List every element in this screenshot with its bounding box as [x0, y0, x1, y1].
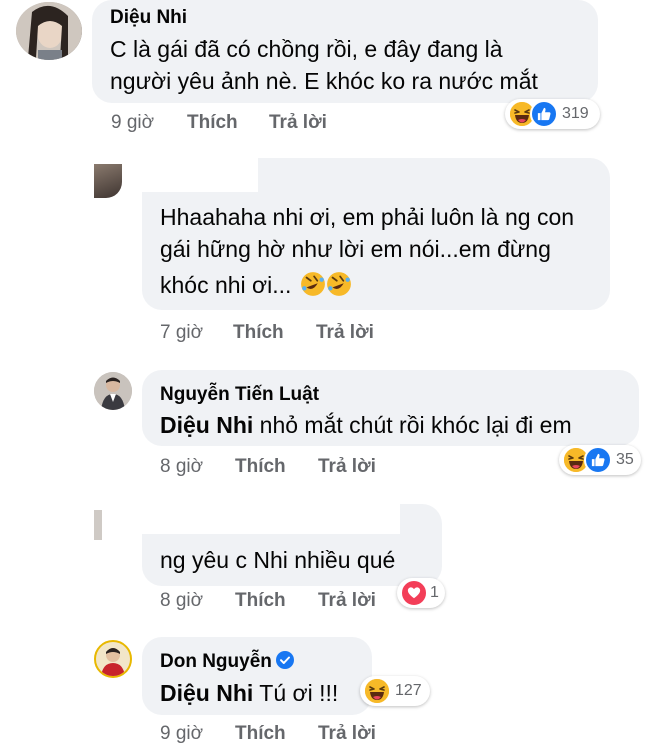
mention-link[interactable]: Diệu Nhi: [160, 412, 253, 438]
comment-text-line-3-text: khóc nhi ơi...: [160, 272, 292, 298]
reaction-summary[interactable]: 35: [559, 445, 641, 475]
comment-bubble: Diệu Nhi C là gái đã có chồng rồi, e đây…: [92, 0, 598, 103]
comment-author[interactable]: Don Nguyễn: [160, 651, 272, 672]
reaction-count: 35: [616, 451, 634, 468]
love-reaction-icon: [400, 579, 428, 607]
avatar[interactable]: [94, 372, 132, 410]
like-button[interactable]: Thích: [233, 322, 284, 344]
reaction-count: 1: [430, 584, 439, 601]
rofl-emoji-icon: [300, 271, 326, 297]
avatar-photo: [16, 2, 82, 60]
reaction-summary[interactable]: 1: [397, 578, 445, 608]
redacted-area: [100, 504, 400, 534]
reply-button[interactable]: Trả lời: [269, 112, 327, 134]
comment-time[interactable]: 9 giờ: [111, 112, 154, 134]
mention-link[interactable]: Diệu Nhi: [160, 680, 253, 706]
avatar[interactable]: [94, 164, 122, 198]
haha-reaction-icon: [363, 677, 391, 705]
comment-text-line-2: gái hững hờ như lời em nói...em đừng: [160, 236, 551, 262]
comment-text: Diệu Nhi nhỏ mắt chút rồi khóc lại đi em: [160, 409, 572, 441]
comment-text-body: Tú ơi !!!: [259, 680, 339, 706]
comment-bubble: Nguyễn Tiến Luật Diệu Nhi nhỏ mắt chút r…: [142, 370, 639, 446]
like-button[interactable]: Thích: [187, 112, 238, 134]
reaction-summary[interactable]: 319: [505, 99, 600, 129]
redacted-area: [100, 158, 258, 192]
rofl-emoji-icon: [326, 271, 352, 297]
avatar[interactable]: [94, 510, 102, 540]
comment-text-line-2: người yêu ảnh nè. E khóc ko ra nước mắt: [110, 68, 538, 94]
comment-text: ng yêu c Nhi nhiều qué: [160, 547, 396, 573]
comment-text-body: nhỏ mắt chút rồi khóc lại đi em: [259, 412, 572, 438]
comment-author[interactable]: Nguyễn Tiến Luật: [160, 384, 319, 406]
comment-time[interactable]: 8 giờ: [160, 456, 203, 478]
like-reaction-icon: [584, 446, 612, 474]
like-button[interactable]: Thích: [235, 590, 286, 612]
like-reaction-icon: [530, 100, 558, 128]
comment-text-line-1: Hhaahaha nhi ơi, em phải luôn là ng con: [160, 204, 575, 230]
reply-button[interactable]: Trả lời: [318, 456, 376, 478]
verified-badge-icon: [275, 651, 294, 669]
comment-text: Diệu Nhi Tú ơi !!!: [160, 677, 338, 709]
reaction-count: 319: [562, 105, 589, 122]
comment-bubble: Don Nguyễn Diệu Nhi Tú ơi !!!: [142, 637, 372, 715]
comment-time[interactable]: 9 giờ: [160, 723, 203, 745]
comment-text-line-1: C là gái đã có chồng rồi, e đây đang là: [110, 36, 503, 62]
reply-button[interactable]: Trả lời: [318, 590, 376, 612]
like-button[interactable]: Thích: [235, 456, 286, 478]
reaction-count: 127: [395, 682, 422, 699]
avatar[interactable]: [16, 2, 82, 60]
reply-button[interactable]: Trả lời: [318, 723, 376, 745]
like-button[interactable]: Thích: [235, 723, 286, 745]
reply-button[interactable]: Trả lời: [316, 322, 374, 344]
comment-author[interactable]: Diệu Nhi: [110, 7, 187, 29]
avatar[interactable]: [94, 640, 132, 678]
avatar-photo: [96, 642, 130, 676]
comment-time[interactable]: 8 giờ: [160, 590, 203, 612]
reaction-summary[interactable]: 127: [360, 676, 430, 706]
comment-text-line-3: khóc nhi ơi...: [160, 269, 352, 301]
comment-author-row: Don Nguyễn: [160, 651, 294, 673]
comment-time[interactable]: 7 giờ: [160, 322, 203, 344]
avatar-photo: [94, 372, 132, 410]
